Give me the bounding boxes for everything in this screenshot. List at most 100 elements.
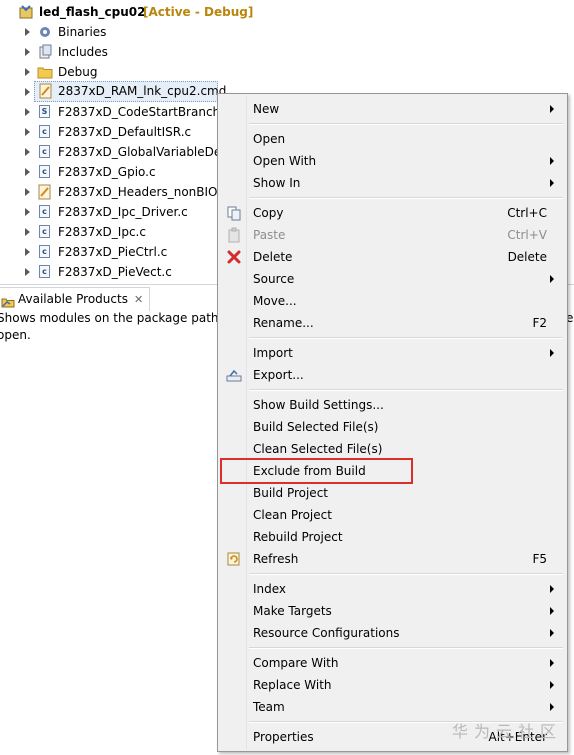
tree-root-project[interactable]: led_flash_cpu02 [Active - Debug] — [0, 2, 574, 22]
menu-separator — [249, 123, 563, 125]
expand-arrow-icon[interactable] — [25, 88, 30, 96]
menu-label: Clean Project — [253, 508, 332, 522]
c-file-icon: c — [39, 245, 50, 258]
tree-item-file[interactable]: c F2837xD_Gpio.c — [0, 162, 217, 182]
menu-item-refresh[interactable]: Refresh F5 — [220, 548, 565, 570]
menu-separator — [249, 647, 563, 649]
menu-shortcut: Delete — [507, 250, 547, 264]
expand-arrow-icon[interactable] — [25, 268, 30, 276]
menu-separator — [249, 337, 563, 339]
includes-icon — [37, 44, 52, 59]
expand-arrow-icon[interactable] — [25, 208, 30, 216]
tree-item-label: F2837xD_Ipc.c — [58, 225, 146, 239]
tree-item-label: F2837xD_Headers_nonBIOS_cpu2.cmd — [58, 185, 217, 199]
paste-icon — [226, 227, 242, 243]
menu-label: Team — [253, 700, 285, 714]
tree-item-file[interactable]: F2837xD_Headers_nonBIOS_cpu2.cmd — [0, 182, 217, 202]
menu-label: Replace With — [253, 678, 332, 692]
expand-arrow-icon[interactable] — [25, 168, 30, 176]
export-icon — [226, 367, 242, 383]
menu-label: Refresh — [253, 552, 299, 566]
submenu-arrow-icon — [550, 629, 554, 637]
tree-item-file[interactable]: c F2837xD_DefaultISR.c — [0, 122, 217, 142]
menu-label: Resource Configurations — [253, 626, 400, 640]
menu-item-copy[interactable]: Copy Ctrl+C — [220, 202, 565, 224]
menu-item-paste[interactable]: Paste Ctrl+V — [220, 224, 565, 246]
tree-item-label: F2837xD_GlobalVariableDefs.c — [58, 145, 217, 159]
menu-item-make-targets[interactable]: Make Targets — [220, 600, 565, 622]
tree-item-file[interactable]: c F2837xD_GlobalVariableDefs.c — [0, 142, 217, 162]
menu-label: Delete — [253, 250, 293, 264]
expand-arrow-icon[interactable] — [25, 188, 30, 196]
menu-item-open-with[interactable]: Open With — [220, 150, 565, 172]
menu-item-build-project[interactable]: Build Project — [220, 482, 565, 504]
submenu-arrow-icon — [550, 659, 554, 667]
menu-item-clean-project[interactable]: Clean Project — [220, 504, 565, 526]
menu-item-rename[interactable]: Rename... F2 — [220, 312, 565, 334]
tree-item-includes[interactable]: Includes — [0, 42, 574, 62]
menu-item-show-in[interactable]: Show In — [220, 172, 565, 194]
expand-arrow-icon[interactable] — [25, 128, 30, 136]
menu-item-delete[interactable]: Delete Delete — [220, 246, 565, 268]
tree-item-binaries[interactable]: Binaries — [0, 22, 574, 42]
submenu-arrow-icon — [550, 275, 554, 283]
tree-item-file[interactable]: c F2837xD_Ipc_Driver.c — [0, 202, 217, 222]
tab-label: Available Products — [18, 292, 128, 306]
menu-item-export[interactable]: Export... — [220, 364, 565, 386]
menu-label: Index — [253, 582, 287, 596]
submenu-arrow-icon — [550, 703, 554, 711]
tree-item-debug[interactable]: Debug — [0, 62, 574, 82]
tree-item-selected-file[interactable]: 2837xD_RAM_lnk_cpu2.cmd — [34, 81, 226, 102]
tree-item-file[interactable]: S F2837xD_CodeStartBranch.asm — [0, 102, 217, 122]
c-file-icon: c — [39, 125, 50, 138]
tree-item-label: F2837xD_Ipc_Driver.c — [58, 205, 188, 219]
menu-item-replace-with[interactable]: Replace With — [220, 674, 565, 696]
menu-label: Rename... — [253, 316, 314, 330]
menu-item-index[interactable]: Index — [220, 578, 565, 600]
c-file-icon: c — [39, 165, 50, 178]
expand-arrow-icon[interactable] — [25, 48, 30, 56]
tab-available-products[interactable]: Available Products ✕ — [0, 287, 151, 311]
expand-arrow-icon[interactable] — [25, 228, 30, 236]
watermark-text: 华为云社区 — [452, 722, 563, 741]
project-status: [Active - Debug] — [143, 5, 254, 19]
menu-separator — [249, 197, 563, 199]
tree-item-label: F2837xD_CodeStartBranch.asm — [58, 105, 217, 119]
submenu-arrow-icon — [550, 349, 554, 357]
menu-separator — [249, 573, 563, 575]
menu-label: New — [253, 102, 280, 116]
menu-item-compare-with[interactable]: Compare With — [220, 652, 565, 674]
tree-item-file[interactable]: c F2837xD_PieVect.c — [0, 262, 217, 282]
menu-item-source[interactable]: Source — [220, 268, 565, 290]
expand-arrow-icon[interactable] — [25, 28, 30, 36]
menu-label: Paste — [253, 228, 286, 242]
menu-item-resource-configurations[interactable]: Resource Configurations — [220, 622, 565, 644]
menu-item-open[interactable]: Open — [220, 128, 565, 150]
menu-label: Copy — [253, 206, 284, 220]
tree-item-file[interactable]: c F2837xD_Ipc.c — [0, 222, 217, 242]
menu-label: Export... — [253, 368, 304, 382]
expand-arrow-icon[interactable] — [25, 68, 30, 76]
menu-item-show-build-settings[interactable]: Show Build Settings... — [220, 394, 565, 416]
menu-item-new[interactable]: New — [220, 98, 565, 120]
expand-arrow-icon[interactable] — [25, 148, 30, 156]
expand-arrow-icon[interactable] — [25, 248, 30, 256]
menu-item-clean-selected-files[interactable]: Clean Selected File(s) — [220, 438, 565, 460]
menu-label: Open With — [253, 154, 317, 168]
menu-item-import[interactable]: Import — [220, 342, 565, 364]
close-icon[interactable]: ✕ — [134, 293, 143, 306]
menu-shortcut: Ctrl+C — [507, 206, 547, 220]
menu-label: Show Build Settings... — [253, 398, 384, 412]
expand-arrow-icon[interactable] — [25, 108, 30, 116]
tree-item-label: Binaries — [58, 25, 107, 39]
c-file-icon: c — [39, 205, 50, 218]
menu-label: Compare With — [253, 656, 339, 670]
submenu-arrow-icon — [550, 105, 554, 113]
menu-item-build-selected-files[interactable]: Build Selected File(s) — [220, 416, 565, 438]
menu-item-team[interactable]: Team — [220, 696, 565, 718]
delete-icon — [226, 249, 242, 265]
menu-item-rebuild-project[interactable]: Rebuild Project — [220, 526, 565, 548]
tree-item-file[interactable]: c F2837xD_PieCtrl.c — [0, 242, 217, 262]
menu-item-move[interactable]: Move... — [220, 290, 565, 312]
project-name: led_flash_cpu02 — [39, 5, 146, 19]
